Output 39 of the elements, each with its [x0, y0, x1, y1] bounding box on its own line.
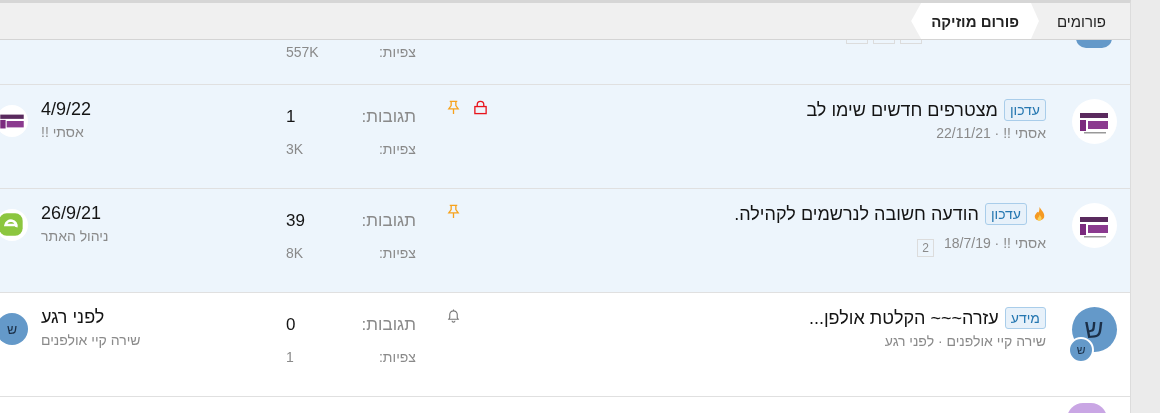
- bell-icon[interactable]: [446, 308, 461, 323]
- user-avatar[interactable]: ש: [0, 313, 28, 345]
- thread-title[interactable]: מצטרפים חדשים שימו לב: [806, 99, 998, 121]
- replies-label: תגובות:: [361, 315, 416, 336]
- last-post-date[interactable]: 4/9/22: [41, 99, 92, 120]
- logo-avatar[interactable]: [1071, 99, 1117, 144]
- views-count: 557K: [286, 44, 319, 60]
- last-post-user[interactable]: ניהול האתר: [41, 228, 109, 244]
- logo-avatar[interactable]: [1071, 203, 1117, 248]
- views-count: 3K: [286, 141, 304, 157]
- page-link[interactable]: 2: [917, 239, 934, 257]
- thread-meta: אסתי !! · 18/7/19: [944, 235, 1046, 251]
- replies-label: תגובות:: [361, 107, 416, 128]
- views-count: 1: [286, 349, 294, 365]
- breadcrumb-link[interactable]: פורומים: [1038, 3, 1118, 39]
- replies-count: 0: [286, 315, 296, 336]
- thread-title[interactable]: עזרה~~~ הקלטת אולפן...: [808, 307, 999, 329]
- views-label: צפיות:: [379, 245, 416, 261]
- views-label: צפיות:: [379, 141, 416, 157]
- last-post-user[interactable]: אסתי !!: [41, 124, 84, 140]
- logo-avatar[interactable]: [0, 105, 28, 137]
- replies-count: 1: [286, 107, 296, 128]
- avatar-icon: [1076, 40, 1112, 48]
- last-post-date[interactable]: 26/9/21: [41, 203, 102, 224]
- last-post-user[interactable]: שירה קיי אולפנים: [41, 332, 141, 348]
- thread-title[interactable]: הודעה חשובה לנרשמים לקהילה.: [734, 203, 979, 225]
- views-count: 8K: [286, 245, 304, 261]
- breadcrumb-link[interactable]: פורום מוזיקה: [911, 3, 1039, 39]
- replies-count: 39: [286, 211, 305, 232]
- thread-meta: שירה קיי אולפנים · לפני רגע: [884, 333, 1046, 349]
- views-label: צפיות:: [379, 349, 416, 365]
- thread-prefix-tag[interactable]: מידע: [1004, 307, 1046, 329]
- thread-prefix-tag[interactable]: עדכון: [984, 203, 1027, 225]
- user-avatar-badge: ש: [1068, 337, 1094, 363]
- replies-label: תגובות:: [361, 211, 416, 232]
- views-label: צפיות:: [379, 44, 416, 60]
- last-post-date[interactable]: לפני רגע: [41, 307, 105, 328]
- thread-prefix-tag[interactable]: עדכון: [1003, 99, 1046, 121]
- thread-meta: אסתי !! · 22/11/21: [936, 125, 1046, 141]
